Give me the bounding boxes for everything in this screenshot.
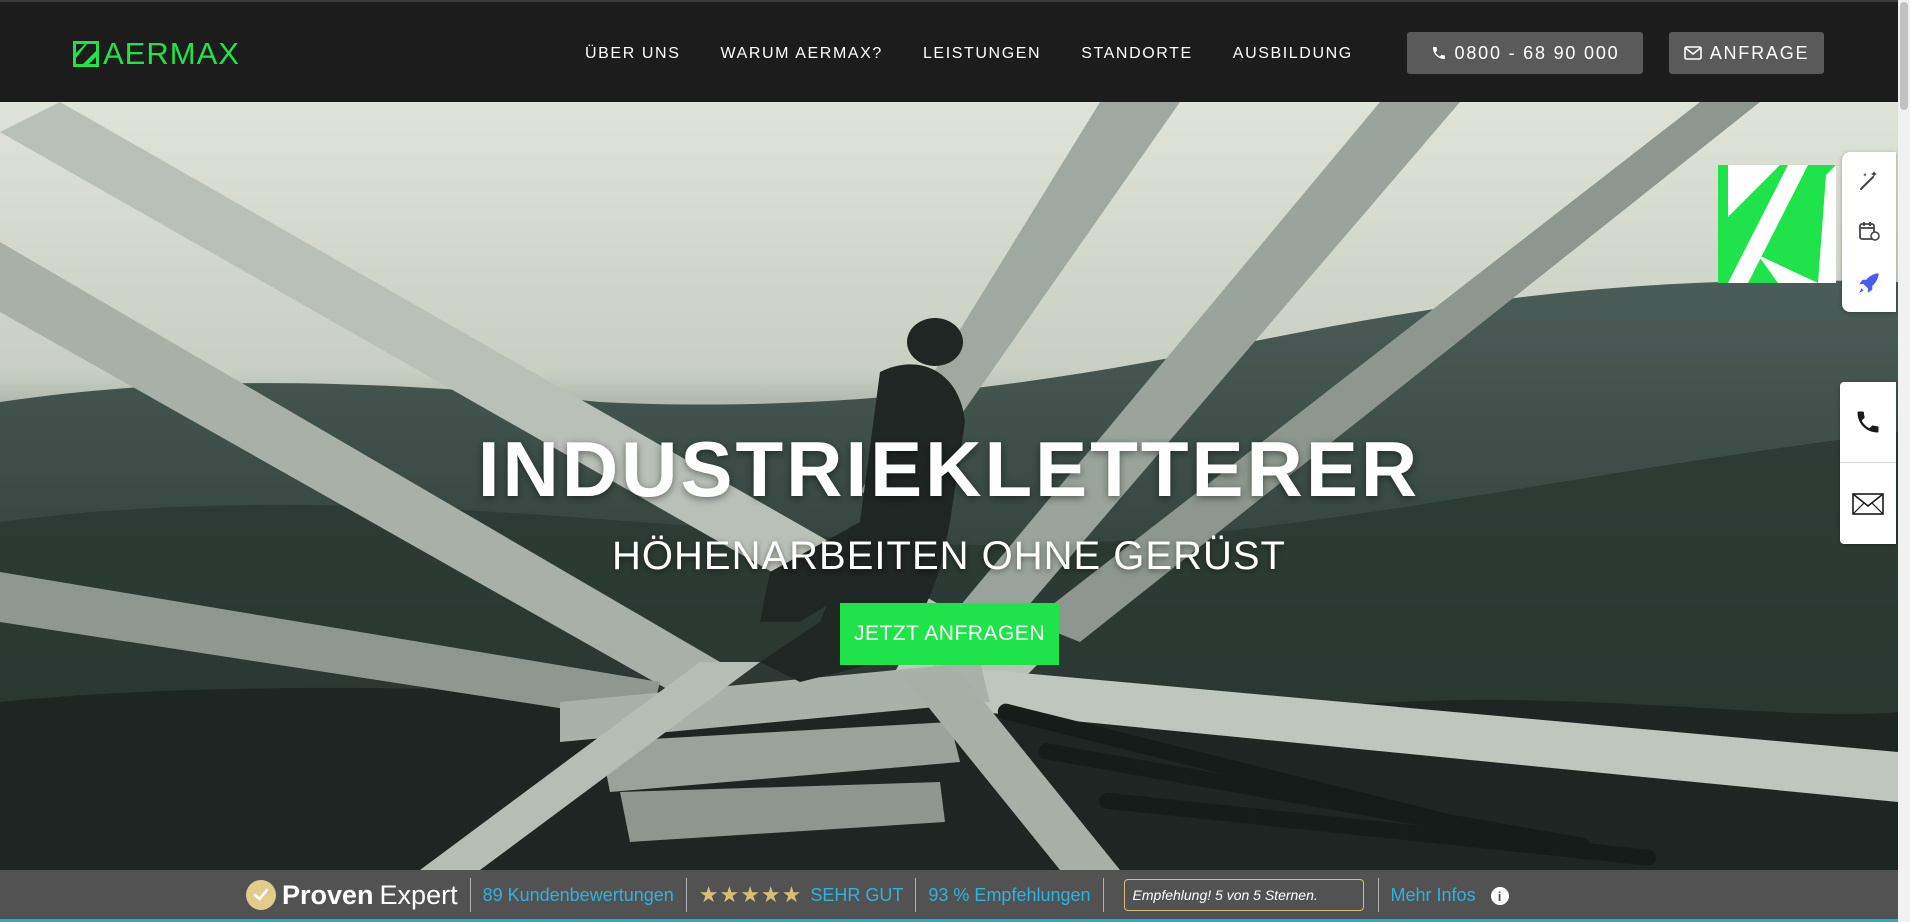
brand-expert: Expert (379, 879, 458, 910)
contact-widget (1840, 382, 1896, 544)
proven-expert-brand[interactable]: Proven Expert (246, 880, 458, 911)
aermax-logo-badge (1718, 165, 1836, 283)
nav-item-ueber-uns[interactable]: ÜBER UNS (585, 43, 680, 65)
rocket-icon (1859, 273, 1879, 293)
phone-number: 0800 - 68 90 000 (1454, 42, 1620, 63)
wand-sparkles-icon (1860, 171, 1877, 190)
info-icon: i (1490, 887, 1509, 905)
divider (1102, 878, 1104, 912)
proven-expert-content: Proven Expert 89 Kundenbewertungen ★★★★★… (246, 870, 1509, 920)
inquiry-button[interactable]: ANFRAGE (1669, 32, 1824, 74)
recommendations-link[interactable]: 93 % Empfehlungen (928, 885, 1090, 906)
nav-item-leistungen[interactable]: LEISTUNGEN (923, 43, 1041, 65)
nav-item-warum-aermax[interactable]: WARUM AERMAX? (720, 43, 882, 65)
brand-proven: Proven (282, 879, 374, 910)
reviews-count-link[interactable]: 89 Kundenbewertungen (483, 885, 674, 906)
hero-title: INDUSTRIEKLETTERER (477, 425, 1421, 513)
mail-widget-button[interactable] (1840, 464, 1896, 544)
calendar-edit-button[interactable] (1842, 206, 1896, 256)
divider (1377, 878, 1379, 912)
wand-sparkles-button[interactable] (1842, 156, 1896, 206)
rating-stars: ★★★★★ (698, 882, 803, 907)
hero-subtitle: HÖHENARBEITEN OHNE GERÜST (612, 534, 1286, 578)
call-widget-button[interactable] (1840, 382, 1896, 462)
logo-text: AERMAX (103, 36, 240, 71)
review-quote[interactable]: Empfehlung! 5 von 5 Sternen. (1123, 879, 1364, 911)
divider (685, 878, 687, 912)
proven-expert-bar: Proven Expert 89 Kundenbewertungen ★★★★★… (0, 870, 1898, 920)
logo-mark-icon (73, 41, 99, 67)
divider (469, 878, 471, 912)
browser-extension-panel (1842, 152, 1896, 312)
checkmark-icon (246, 880, 276, 910)
inquiry-label: ANFRAGE (1709, 42, 1810, 63)
nav-item-ausbildung[interactable]: AUSBILDUNG (1233, 43, 1353, 65)
scrollbar-thumb[interactable] (1900, 2, 1908, 110)
logo[interactable]: AERMAX (73, 38, 240, 70)
phone-icon (1432, 47, 1445, 59)
calendar-edit-icon (1859, 222, 1880, 241)
rating-label[interactable]: SEHR GUT (810, 885, 903, 906)
site-header: AERMAX ÜBER UNS WARUM AERMAX? LEISTUNGEN… (0, 2, 1898, 102)
hero-section: INDUSTRIEKLETTERER HÖHENARBEITEN OHNE GE… (0, 102, 1898, 870)
main-nav: ÜBER UNS WARUM AERMAX? LEISTUNGEN STANDO… (585, 43, 1393, 65)
divider (915, 878, 917, 912)
request-now-button[interactable]: JETZT ANFRAGEN (840, 603, 1059, 665)
scrollbar-track[interactable] (1898, 0, 1910, 922)
envelope-icon (1852, 493, 1884, 515)
more-info-label: Mehr Infos (1390, 884, 1476, 905)
phone-button[interactable]: 0800 - 68 90 000 (1407, 32, 1643, 74)
envelope-icon (1683, 46, 1702, 60)
nav-item-standorte[interactable]: STANDORTE (1081, 43, 1193, 65)
divider (1840, 462, 1896, 463)
phone-icon (1857, 411, 1879, 433)
more-info-link[interactable]: Mehr Infos i (1391, 885, 1509, 906)
rocket-button[interactable] (1842, 258, 1896, 308)
